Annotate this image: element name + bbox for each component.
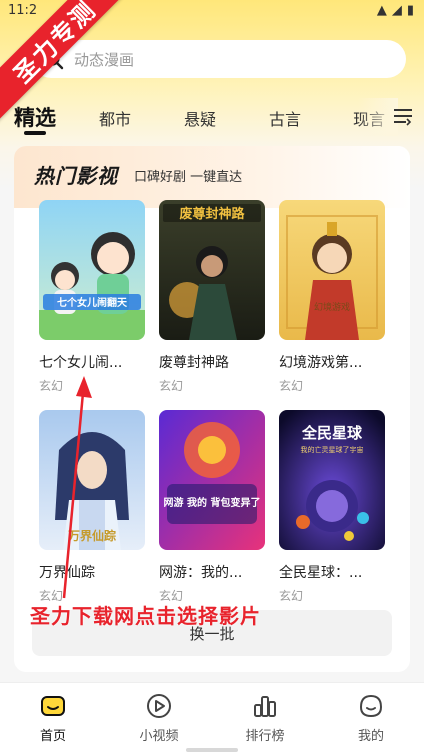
search-bar[interactable]: 动态漫画: [32, 40, 406, 78]
section-subtitle[interactable]: 口碑好剧 一键直达: [134, 166, 242, 185]
show-item[interactable]: 废尊封神路 废尊封神路 玄幻: [159, 200, 265, 394]
poster-image: 七个女儿闹翻天: [39, 200, 145, 340]
hot-shows-card: 热门影视 口碑好剧 一键直达 七个女儿闹翻天 七个女儿闹... 玄幻 废尊封神路…: [14, 146, 410, 672]
section-title: 热门影视: [34, 164, 118, 188]
watermark-caption: 圣力下载网点击选择影片: [30, 604, 261, 628]
poster-text: 幻境游戏: [314, 301, 350, 313]
show-title: 全民星球：...: [279, 565, 363, 581]
poster-image: 万界仙踪: [39, 410, 145, 550]
poster-text: 网游 我的 背包变异了: [164, 496, 261, 509]
show-title: 幻境游戏第...: [279, 355, 363, 371]
poster-image: 废尊封神路: [159, 200, 265, 340]
poster-text: 全民星球: [301, 424, 363, 442]
active-tab-indicator: [24, 131, 46, 135]
poster-image: 网游 我的 背包变异了: [159, 410, 265, 550]
show-genre: 玄幻: [159, 379, 184, 393]
bottom-navigation: 首页 小视频 排行榜 我的: [0, 682, 424, 754]
tab-urban[interactable]: 都市: [99, 106, 131, 130]
show-genre: 玄幻: [279, 589, 304, 603]
nav-profile[interactable]: 我的: [336, 693, 406, 744]
show-title: 万界仙踪: [39, 565, 95, 581]
poster-subtext: 我的亡灵星球了宇宙: [301, 445, 364, 454]
home-icon: [41, 696, 65, 716]
show-title: 七个女儿闹...: [39, 355, 123, 371]
battery-icon: ▮: [406, 3, 414, 18]
show-genre: 玄幻: [279, 379, 304, 393]
nav-home[interactable]: 首页: [18, 693, 88, 744]
play-icon: [147, 694, 171, 718]
poster-image: 全民星球 我的亡灵星球了宇宙: [279, 410, 385, 550]
tab-featured[interactable]: 精选: [14, 102, 56, 132]
poster-text: 万界仙踪: [67, 528, 116, 543]
nav-label: 首页: [39, 729, 66, 744]
status-icons: ▲ ◢ ▮: [377, 4, 414, 18]
nav-label: 排行榜: [245, 729, 285, 744]
ranking-icon: [254, 696, 276, 717]
show-item[interactable]: 幻境游戏 幻境游戏第... 玄幻: [279, 200, 385, 394]
category-tabs: 精选 都市 悬疑 古言 现言: [0, 98, 424, 138]
show-item[interactable]: 全民星球 我的亡灵星球了宇宙 全民星球：... 玄幻: [279, 410, 385, 604]
show-title: 废尊封神路: [159, 355, 229, 371]
nav-label: 小视频: [139, 729, 179, 744]
show-item[interactable]: 万界仙踪 万界仙踪 玄幻: [39, 410, 145, 604]
poster-text: 废尊封神路: [179, 206, 245, 222]
show-title: 网游：我的...: [159, 565, 243, 581]
status-time: 11:2: [8, 3, 38, 18]
nav-ranking[interactable]: 排行榜: [230, 693, 300, 744]
search-placeholder: 动态漫画: [74, 51, 135, 69]
tab-ancient-romance[interactable]: 古言: [269, 106, 301, 130]
nav-label: 我的: [357, 729, 384, 744]
show-genre: 玄幻: [39, 379, 64, 393]
show-item[interactable]: 网游 我的 背包变异了 网游：我的... 玄幻: [159, 410, 265, 604]
profile-icon: [359, 694, 383, 718]
nav-short-video[interactable]: 小视频: [124, 693, 194, 744]
tab-menu-icon[interactable]: [392, 106, 414, 126]
tab-suspense[interactable]: 悬疑: [184, 106, 216, 130]
show-item[interactable]: 七个女儿闹翻天 七个女儿闹... 玄幻: [39, 200, 145, 394]
poster-image: 幻境游戏: [279, 200, 385, 340]
home-indicator: [186, 748, 238, 752]
wifi-icon: ◢: [391, 3, 402, 18]
poster-text: 七个女儿闹翻天: [57, 296, 128, 309]
signal-icon: ▲: [376, 3, 387, 18]
